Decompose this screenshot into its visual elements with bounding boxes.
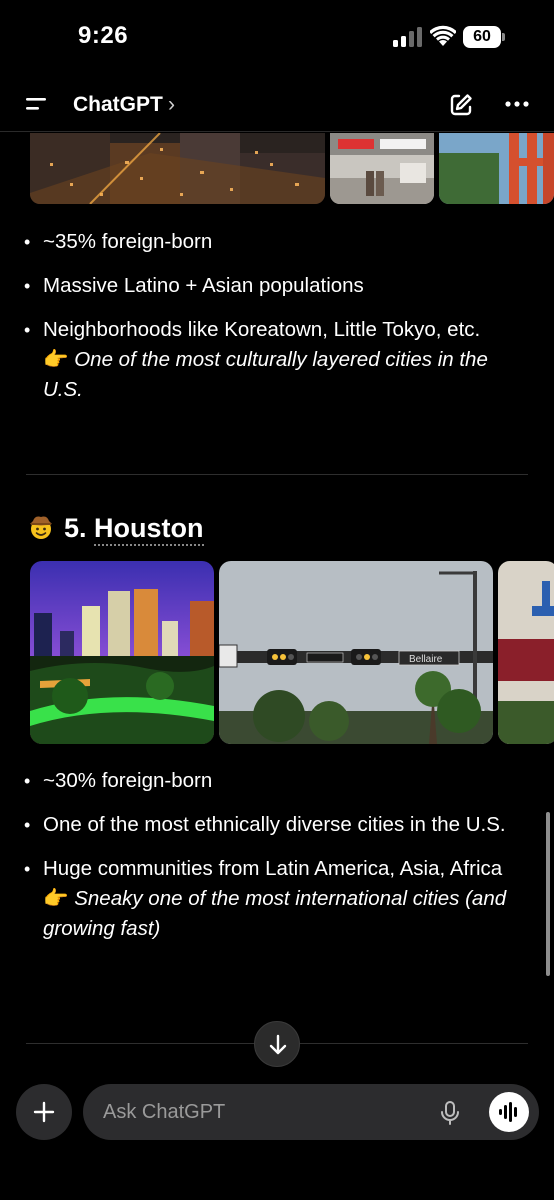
houston-image-street-signal[interactable]: Bellaire xyxy=(219,561,493,744)
status-time: 9:26 xyxy=(78,22,129,49)
plus-icon xyxy=(33,1101,55,1123)
bullet-text: Massive Latino + Asian populations xyxy=(43,274,364,297)
list-item: ~35% foreign-born xyxy=(24,227,524,257)
battery-nub xyxy=(502,33,505,41)
arrow-down-icon xyxy=(269,1034,287,1055)
la-image-street[interactable] xyxy=(330,133,434,204)
chat-content: ~35% foreign-born Massive Latino + Asian… xyxy=(0,133,554,1083)
houston-bullet-list: ~30% foreign-born One of the most ethnic… xyxy=(24,766,524,958)
heading-city-link[interactable]: Houston xyxy=(94,513,204,546)
battery-indicator: 60 xyxy=(463,26,505,48)
la-image-strip xyxy=(30,133,554,204)
app-title[interactable]: ChatGPT xyxy=(73,93,163,117)
chat-header: ChatGPT › xyxy=(0,76,554,132)
la-bullet-list: ~35% foreign-born Massive Latino + Asian… xyxy=(24,227,524,419)
mic-icon[interactable] xyxy=(439,1100,461,1126)
menu-icon[interactable] xyxy=(24,94,48,114)
status-bar: 9:26 60 xyxy=(0,0,554,70)
bullet-text: Neighborhoods like Koreatown, Little Tok… xyxy=(43,318,481,341)
scrollbar[interactable] xyxy=(546,812,550,976)
battery-level: 60 xyxy=(463,26,501,48)
cellular-signal-icon xyxy=(393,27,422,47)
list-item: Massive Latino + Asian populations xyxy=(24,271,524,301)
bullet-text: ~35% foreign-born xyxy=(43,230,213,253)
callout-text: One of the most culturally layered citie… xyxy=(43,348,488,401)
voice-mode-button[interactable] xyxy=(489,1092,529,1132)
wifi-icon xyxy=(430,25,456,46)
houston-image-skyline[interactable] xyxy=(30,561,214,744)
callout-text: Sneaky one of the most international cit… xyxy=(43,887,507,940)
voice-mode-icon xyxy=(499,1102,517,1122)
attach-button[interactable] xyxy=(16,1084,72,1140)
houston-image-strip: Bellaire xyxy=(30,561,554,744)
heading-number: 5. xyxy=(64,513,87,543)
list-item: Neighborhoods like Koreatown, Little Tok… xyxy=(24,315,524,405)
message-input[interactable] xyxy=(103,1098,423,1126)
chevron-right-icon[interactable]: › xyxy=(168,93,175,117)
street-sign-label: Bellaire xyxy=(409,654,443,665)
houston-image-building[interactable] xyxy=(498,561,554,744)
bullet-text: One of the most ethnically diverse citie… xyxy=(43,813,506,836)
scroll-to-bottom-button[interactable] xyxy=(254,1021,300,1067)
section-heading-houston: 5. Houston xyxy=(28,513,204,546)
pointing-hand-icon: 👉 xyxy=(43,887,69,910)
bullet-text: ~30% foreign-born xyxy=(43,769,213,792)
cowboy-face-icon xyxy=(30,516,52,539)
message-composer xyxy=(83,1084,539,1140)
pointing-hand-icon: 👉 xyxy=(43,348,69,371)
section-divider xyxy=(26,474,528,475)
list-item: ~30% foreign-born xyxy=(24,766,524,796)
more-icon[interactable] xyxy=(504,94,530,114)
new-chat-icon[interactable] xyxy=(448,92,474,118)
list-item: One of the most ethnically diverse citie… xyxy=(24,810,524,840)
la-image-architecture[interactable] xyxy=(439,133,554,204)
list-item: Huge communities from Latin America, Asi… xyxy=(24,854,524,944)
bullet-text: Huge communities from Latin America, Asi… xyxy=(43,857,503,880)
la-image-city-night[interactable] xyxy=(30,133,325,204)
